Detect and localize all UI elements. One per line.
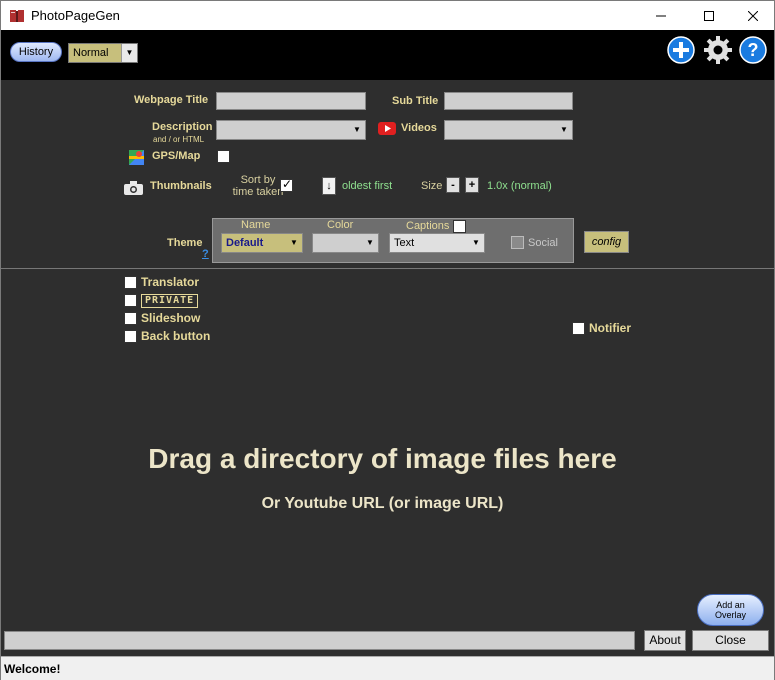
description-sublabel: and / or HTML xyxy=(153,135,205,144)
chevron-down-icon: ▼ xyxy=(121,44,137,62)
about-button[interactable]: About xyxy=(644,630,686,651)
help-icon[interactable]: ? xyxy=(738,35,768,65)
chevron-down-icon: ▼ xyxy=(472,238,480,247)
social-label: Social xyxy=(528,237,558,249)
translator-label: Translator xyxy=(141,275,200,289)
theme-label: Theme xyxy=(167,237,203,249)
maximize-icon xyxy=(704,11,714,21)
window-title: PhotoPageGen xyxy=(31,8,120,23)
theme-name-value: Default xyxy=(226,237,264,249)
sort-order-button[interactable]: ↓ xyxy=(322,177,336,195)
videos-label: Videos xyxy=(401,122,437,134)
chevron-down-icon: ▼ xyxy=(290,238,298,247)
status-text: Welcome! xyxy=(4,662,61,676)
private-checkbox[interactable] xyxy=(124,294,137,307)
progress-bar xyxy=(4,631,635,650)
app-book-icon xyxy=(10,10,24,22)
gps-checkbox[interactable] xyxy=(217,150,230,163)
description-combo[interactable]: ▼ xyxy=(216,120,366,140)
chevron-down-icon: ▼ xyxy=(560,125,568,134)
config-button[interactable]: config xyxy=(584,231,629,253)
close-button[interactable]: Close xyxy=(692,630,769,651)
slideshow-label: Slideshow xyxy=(141,311,201,325)
description-label: Description xyxy=(152,121,213,133)
private-label: PRIVATE xyxy=(141,294,199,308)
social-checkbox[interactable] xyxy=(511,236,524,249)
theme-captions-header: Captions xyxy=(406,220,450,232)
close-icon xyxy=(748,11,758,21)
back-button-label: Back button xyxy=(141,329,211,343)
gps-label: GPS/Map xyxy=(152,150,201,162)
back-button-checkbox[interactable] xyxy=(124,330,137,343)
map-icon xyxy=(129,150,144,165)
history-button[interactable]: History xyxy=(10,42,62,62)
sort-order-label: oldest first xyxy=(342,180,393,192)
sort-by-time-checkbox[interactable] xyxy=(280,177,293,192)
notifier-label: Notifier xyxy=(589,321,631,335)
add-overlay-button[interactable]: Add an Overlay xyxy=(697,594,764,626)
videos-combo[interactable]: ▼ xyxy=(444,120,573,140)
theme-captions-combo[interactable]: Text ▼ xyxy=(389,233,485,253)
theme-captions-value: Text xyxy=(394,237,415,249)
theme-color-combo[interactable]: ▼ xyxy=(312,233,379,253)
divider xyxy=(1,268,774,269)
translator-checkbox[interactable] xyxy=(124,276,137,289)
size-value: 1.0x (normal) xyxy=(487,180,552,192)
sort-label-line2: time taken xyxy=(232,186,284,198)
maximize-button[interactable] xyxy=(686,1,732,31)
theme-name-header: Name xyxy=(241,219,271,231)
thumbnails-label: Thumbnails xyxy=(150,180,212,192)
gear-icon[interactable] xyxy=(703,35,733,65)
subtitle-input[interactable] xyxy=(444,92,573,110)
minimize-icon xyxy=(656,15,666,17)
dropzone-title: Drag a directory of image files here xyxy=(148,443,617,474)
webpage-title-input[interactable] xyxy=(216,92,366,110)
slideshow-checkbox[interactable] xyxy=(124,312,137,325)
svg-text:?: ? xyxy=(748,40,759,60)
status-bar: Welcome! xyxy=(1,656,774,680)
notifier-checkbox[interactable] xyxy=(572,322,585,335)
size-increase-button[interactable]: + xyxy=(465,177,479,193)
mode-select[interactable]: Normal ▼ xyxy=(68,43,138,63)
overlay-label-line1: Add an xyxy=(716,600,745,610)
top-toolbar: History Normal ▼ ? xyxy=(1,30,774,80)
subtitle-label: Sub Title xyxy=(392,95,439,107)
dropzone-subtitle: Or Youtube URL (or image URL) xyxy=(261,495,504,512)
overlay-label-line2: Overlay xyxy=(714,610,746,620)
mode-select-value: Normal xyxy=(73,47,109,59)
captions-checkbox[interactable] xyxy=(453,220,466,233)
camera-icon xyxy=(124,181,143,195)
theme-color-header: Color xyxy=(327,219,354,231)
chevron-down-icon: ▼ xyxy=(353,125,361,134)
sort-label-line1: Sort by xyxy=(240,174,276,186)
title-bar: PhotoPageGen xyxy=(0,0,775,30)
theme-help-link[interactable]: ? xyxy=(202,248,209,260)
minimize-button[interactable] xyxy=(638,1,684,31)
webpage-title-label: Webpage Title xyxy=(134,94,209,106)
app-body: History Normal ▼ ? Webpage Title Sub Tit… xyxy=(0,30,775,680)
theme-panel: Name Color Captions Default ▼ ▼ Text ▼ S… xyxy=(212,218,574,263)
youtube-icon xyxy=(378,122,396,135)
chevron-down-icon: ▼ xyxy=(366,238,374,247)
size-decrease-button[interactable]: - xyxy=(446,177,460,193)
theme-name-combo[interactable]: Default ▼ xyxy=(221,233,303,253)
size-label: Size xyxy=(421,180,443,192)
close-window-button[interactable] xyxy=(730,1,775,31)
plus-icon[interactable] xyxy=(666,35,696,65)
